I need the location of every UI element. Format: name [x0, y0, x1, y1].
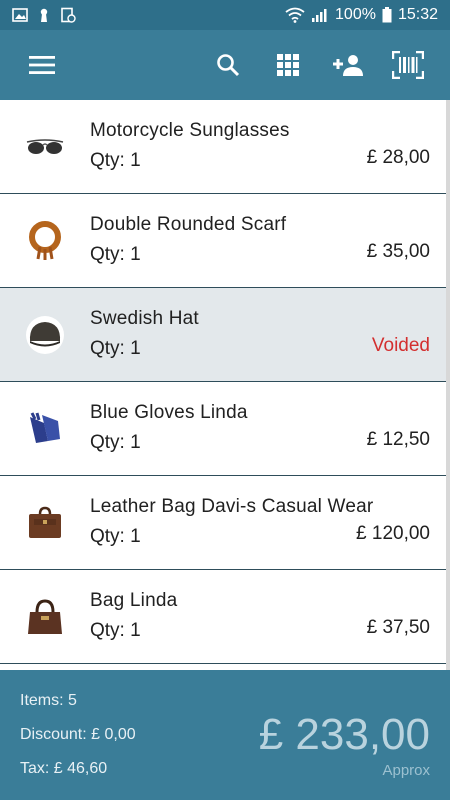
status-bar: 100% 15:32 [0, 0, 450, 30]
barcode-scan-icon [392, 51, 424, 79]
cart-item-row[interactable]: Bag Linda Qty: 1 £ 37,50 [0, 570, 446, 664]
order-summary[interactable]: Items: 5 Discount: £ 0,00 Tax: £ 46,60 £… [0, 670, 450, 800]
signal-icon [312, 9, 327, 22]
image-notification-icon [12, 8, 28, 22]
cart-item-row[interactable]: Blue Gloves Linda Qty: 1 £ 12,50 [0, 382, 446, 476]
items-count: Items: 5 [20, 692, 77, 709]
cart-item-row-voided[interactable]: Swedish Hat Qty: 1 Voided [0, 288, 446, 382]
handbag-icon [22, 594, 68, 640]
hat-icon [22, 312, 68, 358]
scarf-icon [22, 218, 68, 264]
keyhole-icon [40, 8, 48, 22]
order-total: £ 233,00 [258, 710, 430, 759]
cart-item-row[interactable]: Leather Bag Davi-s Casual Wear Qty: 1 £ … [0, 476, 446, 570]
cart-item-list[interactable]: Motorcycle Sunglasses Qty: 1 £ 28,00 Dou… [0, 100, 446, 670]
item-price: £ 12,50 [366, 429, 430, 450]
search-button[interactable] [206, 43, 250, 87]
item-name: Leather Bag Davi-s Casual Wear [90, 496, 374, 517]
grid-view-button[interactable] [266, 43, 310, 87]
item-price: £ 37,50 [366, 617, 430, 638]
add-customer-button[interactable] [326, 43, 370, 87]
approx-label: Approx [382, 762, 430, 779]
gloves-icon [22, 406, 68, 452]
battery-percent: 100% [335, 6, 376, 23]
list-scrollbar[interactable] [446, 100, 450, 670]
battery-icon [382, 7, 392, 23]
item-price: £ 35,00 [366, 241, 430, 262]
search-icon [217, 54, 240, 77]
grid-icon [277, 54, 299, 76]
download-notification-icon [61, 7, 76, 23]
leather-bag-icon [22, 500, 68, 546]
item-name: Motorcycle Sunglasses [90, 120, 290, 141]
tax-amount: Tax: £ 46,60 [20, 760, 108, 777]
item-price: £ 28,00 [366, 147, 430, 168]
barcode-scan-button[interactable] [386, 43, 430, 87]
wifi-icon [285, 7, 305, 23]
cart-item-row[interactable]: Double Rounded Scarf Qty: 1 £ 35,00 [0, 194, 446, 288]
add-person-icon [333, 55, 363, 76]
item-name: Double Rounded Scarf [90, 214, 287, 235]
menu-button[interactable] [20, 43, 64, 87]
menu-icon [29, 56, 55, 74]
item-name: Swedish Hat [90, 308, 199, 329]
clock: 15:32 [397, 6, 438, 23]
discount-amount: Discount: £ 0,00 [20, 726, 136, 743]
item-name: Blue Gloves Linda [90, 402, 248, 423]
cart-item-row[interactable]: Motorcycle Sunglasses Qty: 1 £ 28,00 [0, 100, 446, 194]
item-name: Bag Linda [90, 590, 178, 611]
voided-label: Voided [371, 335, 430, 356]
item-price: £ 120,00 [356, 523, 430, 544]
sunglasses-icon [22, 124, 68, 170]
app-toolbar [0, 30, 450, 100]
